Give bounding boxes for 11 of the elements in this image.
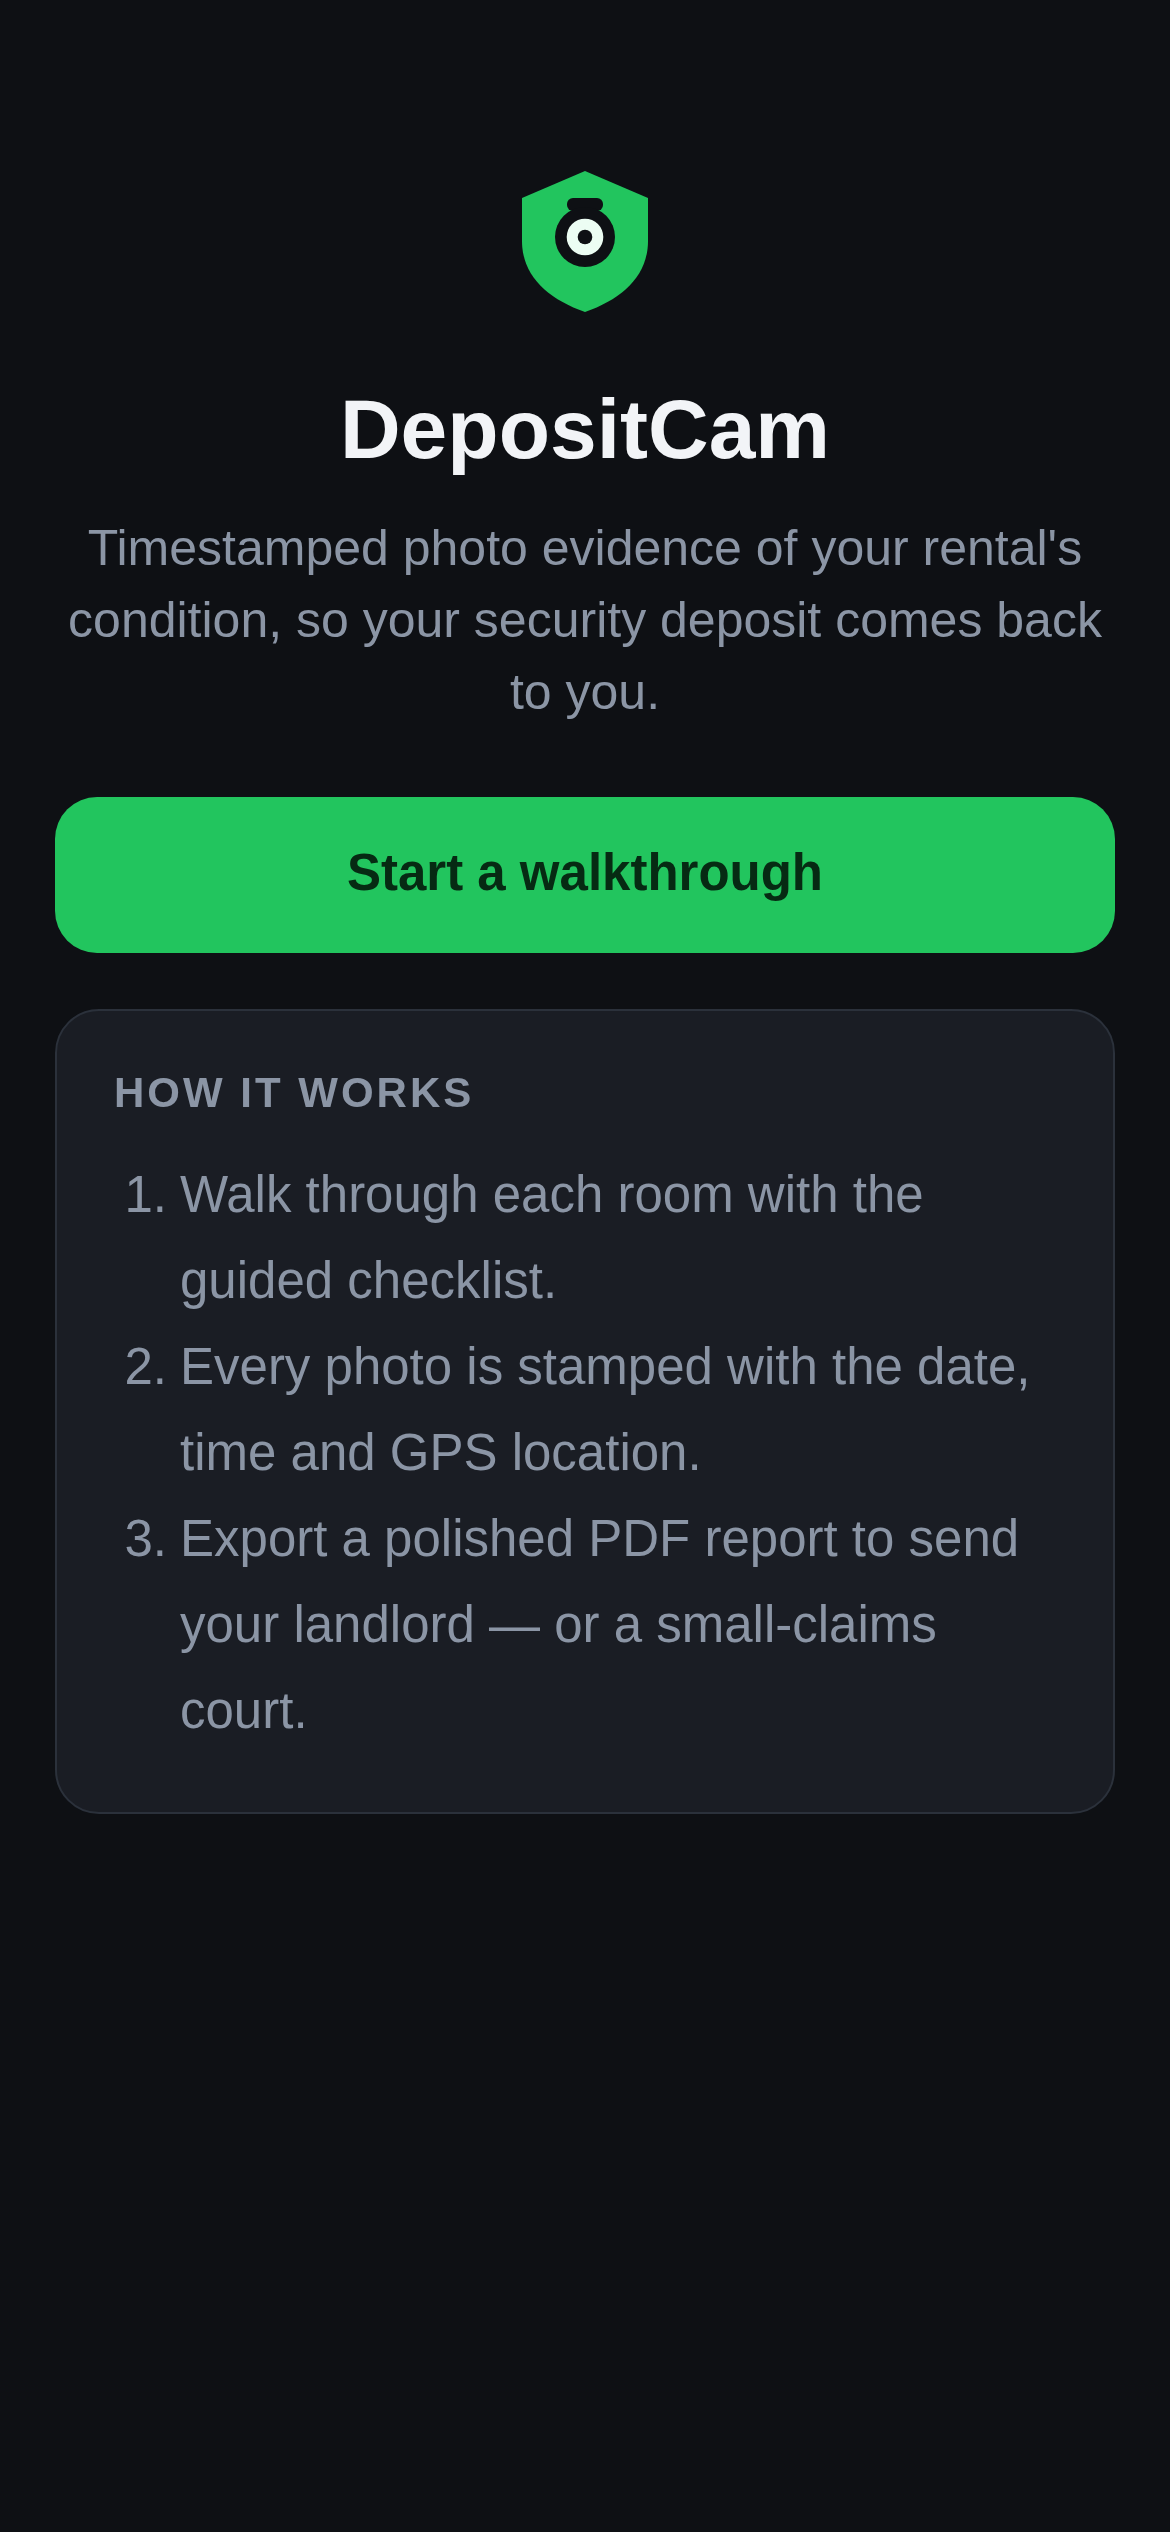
step-text: Every photo is stamped with the date, time and GPS location. — [180, 1337, 1032, 1484]
step-text: Export a polished PDF report to send your landlord — or a small-claims court. — [180, 1509, 1021, 1742]
shield-camera-icon — [522, 171, 648, 312]
step-number: 3. — [123, 1509, 167, 1570]
step-text: Walk through each room with the guided checklist. — [180, 1165, 925, 1312]
section-heading: HOW IT WORKS — [114, 1067, 476, 1118]
tagline-text: Timestamped photo evidence of your rental's condition, so your security deposit comes back to you. — [67, 518, 1103, 722]
step-number: 1. — [123, 1165, 167, 1226]
start-walkthrough-button[interactable]: Start a walkthrough — [55, 796, 1115, 953]
step-number: 2. — [123, 1337, 167, 1398]
app-title: DepositCam — [338, 381, 832, 478]
